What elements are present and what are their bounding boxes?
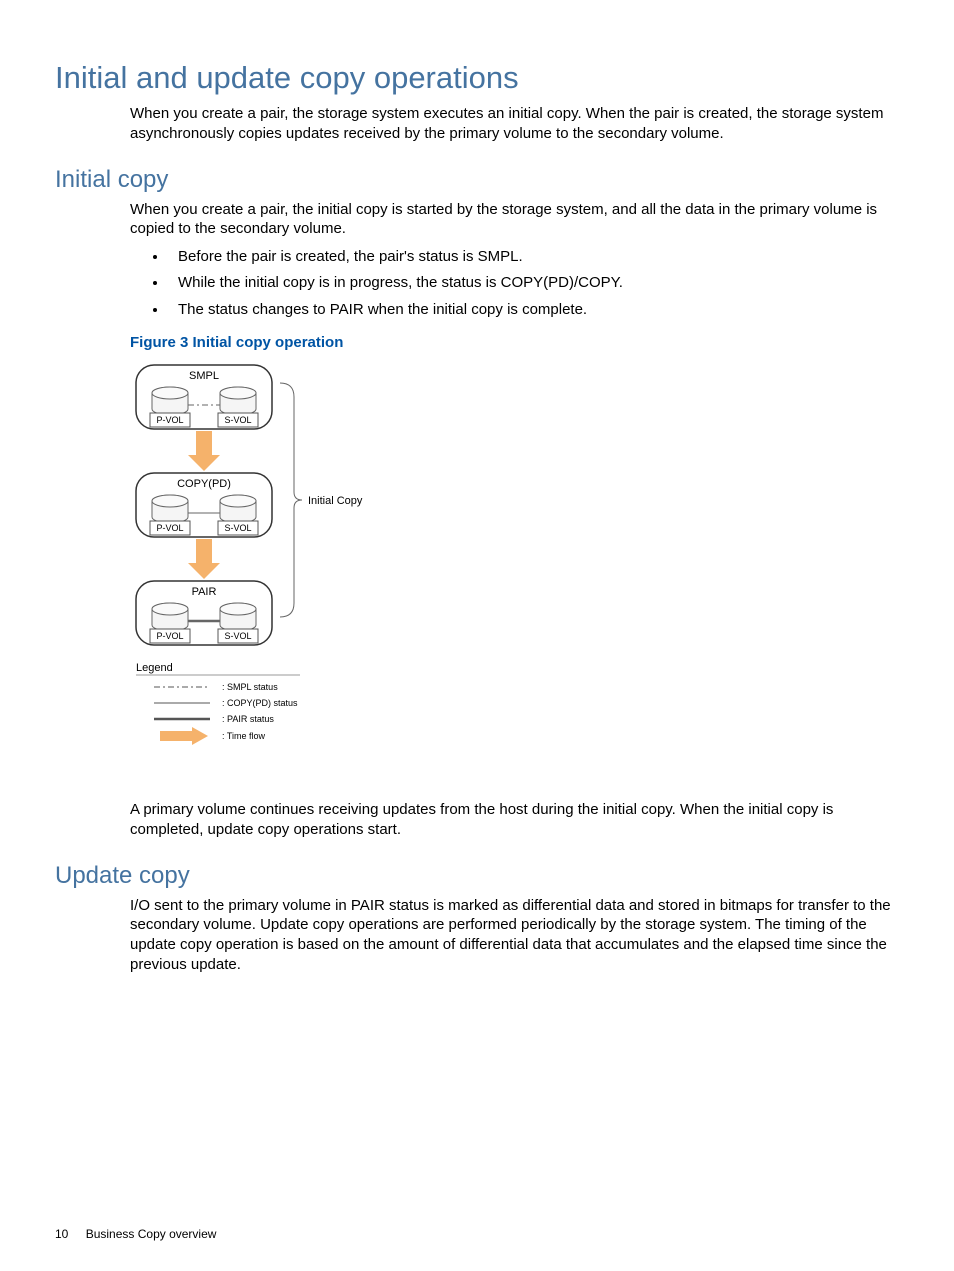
figure-initial-copy-diagram: Initial Copy SMPL P-VOL S-VOL [130,361,899,786]
section-heading-update-copy: Update copy [55,862,899,890]
diagram-stage3-title: PAIR [192,586,217,598]
update-copy-paragraph-1: I/O sent to the primary volume in PAIR s… [130,896,899,975]
page-number: 10 [55,1227,68,1241]
flow-arrow-icon [188,431,220,471]
diagram-stage3-right: S-VOL [224,631,251,641]
figure-caption: Figure 3 Initial copy operation [130,334,899,351]
initial-copy-bullet-list: Before the pair is created, the pair's s… [150,247,899,320]
intro-paragraph: When you create a pair, the storage syst… [130,104,899,144]
diagram-stage1-title: SMPL [189,370,219,382]
list-item: While the initial copy is in progress, t… [168,273,899,293]
diagram-stage2-title: COPY(PD) [177,478,231,490]
diagram-stage3-left: P-VOL [156,631,183,641]
flow-arrow-icon [188,539,220,579]
diagram-stage1-left: P-VOL [156,415,183,425]
list-item: Before the pair is created, the pair's s… [168,247,899,267]
legend-item: : Time flow [222,731,266,741]
diagram-side-label: Initial Copy [308,495,363,507]
diagram-stage1-right: S-VOL [224,415,251,425]
diagram-stage2-right: S-VOL [224,523,251,533]
page-footer: 10 Business Copy overview [55,1227,216,1241]
legend-item: : COPY(PD) status [222,698,298,708]
footer-title: Business Copy overview [86,1227,217,1241]
legend-item: : SMPL status [222,682,278,692]
page-heading: Initial and update copy operations [55,60,899,96]
flow-arrow-icon [160,727,208,745]
initial-copy-paragraph-2: A primary volume continues receiving upd… [130,800,899,840]
diagram-stage2-left: P-VOL [156,523,183,533]
section-heading-initial-copy: Initial copy [55,166,899,194]
initial-copy-paragraph-1: When you create a pair, the initial copy… [130,200,899,240]
list-item: The status changes to PAIR when the init… [168,300,899,320]
legend-item: : PAIR status [222,714,274,724]
legend-title: Legend [136,662,173,674]
